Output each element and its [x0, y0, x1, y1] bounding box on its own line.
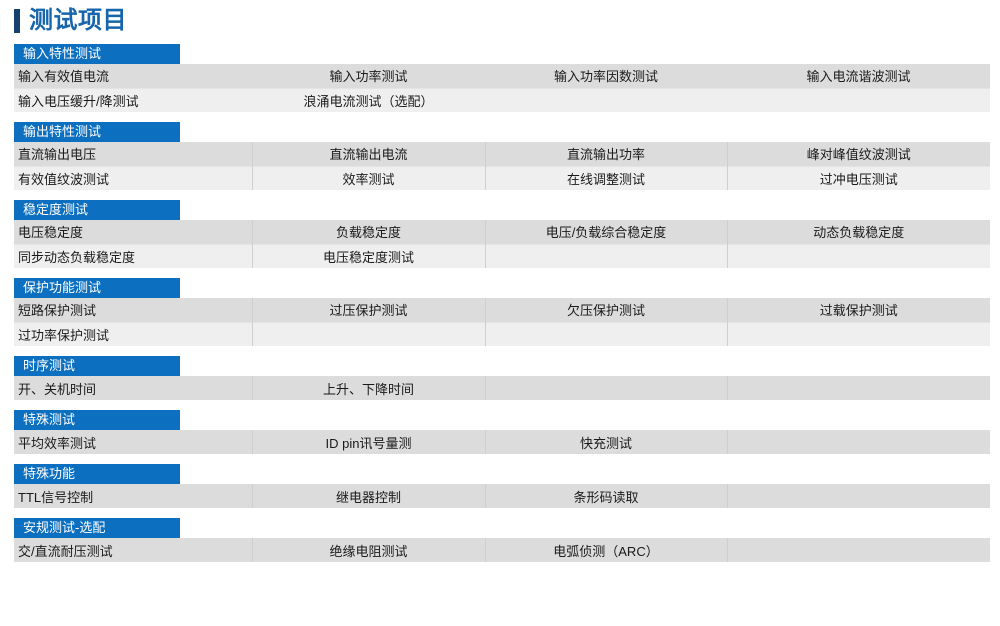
- title-accent-bar: [14, 9, 20, 33]
- table-row: 同步动态负载稳定度 电压稳定度测试: [14, 243, 990, 268]
- section: 输出特性测试 直流输出电压 直流输出电流 直流输出功率 峰对峰值纹波测试 有效值纹波测试效…: [0, 122, 1000, 190]
- test-item-cell[interactable]: 过载保护测试: [726, 298, 990, 322]
- test-item-cell[interactable]: TTL信号控制: [14, 484, 252, 508]
- section-table: 平均效率测试 ID pin讯号量测 快充测试: [14, 430, 990, 454]
- test-item-cell[interactable]: 电压稳定度测试: [251, 243, 485, 268]
- section-table: 开、关机时间 上升、下降时间: [14, 376, 990, 400]
- section: 安规测试-选配 交/直流耐压测试 绝缘电阻测试 电弧侦测（ARC）: [0, 518, 1000, 562]
- table-row: 有效值纹波测试 效率测试 在线调整测试 过冲电压测试: [14, 165, 990, 190]
- section-table: TTL信号控制 继电器控制 条形码读取: [14, 484, 990, 508]
- test-item-cell[interactable]: 有效值纹波测试: [14, 165, 252, 190]
- test-item-cell[interactable]: [726, 538, 990, 562]
- table-row: 平均效率测试 ID pin讯号量测 快充测试: [14, 430, 990, 454]
- test-item-cell[interactable]: 平均效率测试: [14, 430, 252, 454]
- table-row: 电压稳定度 负载稳定度 电压/负载综合稳定度 动态负载稳定度: [14, 220, 990, 244]
- test-item-cell[interactable]: 继电器控制: [251, 484, 485, 508]
- test-item-cell[interactable]: 上升、下降时间: [251, 376, 485, 400]
- test-item-cell[interactable]: [485, 87, 727, 112]
- test-item-cell[interactable]: ID pin讯号量测: [251, 430, 485, 454]
- test-item-cell[interactable]: 过冲电压测试: [726, 165, 990, 190]
- test-item-cell[interactable]: 输入有效值电流: [14, 64, 252, 88]
- test-item-cell[interactable]: 电弧侦测（ARC）: [484, 538, 727, 562]
- section-header: 特殊测试: [14, 410, 180, 430]
- section-table: 直流输出电压 直流输出电流 直流输出功率 峰对峰值纹波测试 有效值纹波测试 效率测试 在线调…: [14, 142, 990, 190]
- test-item-cell[interactable]: [726, 376, 990, 400]
- test-item-cell[interactable]: [484, 376, 727, 400]
- page-title: 测试项目: [0, 2, 1000, 40]
- test-item-cell[interactable]: [726, 321, 990, 346]
- test-item-cell[interactable]: 输入电压缓升/降测试: [14, 87, 252, 112]
- test-item-cell[interactable]: 欠压保护测试: [484, 298, 727, 322]
- test-item-cell[interactable]: 交/直流耐压测试: [14, 538, 252, 562]
- section-header: 输出特性测试: [14, 122, 180, 142]
- test-item-cell[interactable]: [726, 243, 990, 268]
- test-item-cell[interactable]: 负载稳定度: [251, 220, 485, 244]
- test-item-cell[interactable]: 输入功率测试: [252, 64, 485, 88]
- test-item-cell[interactable]: [727, 87, 990, 112]
- test-item-cell[interactable]: 直流输出电流: [251, 142, 485, 166]
- test-item-cell[interactable]: 过压保护测试: [251, 298, 485, 322]
- test-item-cell[interactable]: [484, 321, 727, 346]
- test-item-cell[interactable]: 在线调整测试: [484, 165, 727, 190]
- table-row: 开、关机时间 上升、下降时间: [14, 376, 990, 400]
- test-item-cell[interactable]: 快充测试: [484, 430, 727, 454]
- section: 特殊测试 平均效率测试 ID pin讯号量测 快充测试: [0, 410, 1000, 454]
- section-header: 稳定度测试: [14, 200, 180, 220]
- section: 输入特性测试 输入有效值电流 输入功率测试 输入功率因数测试 输入电流谐波测试 输入电压缓…: [0, 44, 1000, 112]
- section-table: 短路保护测试 过压保护测试 欠压保护测试 过载保护测试 过功率保护测试: [14, 298, 990, 346]
- section: 保护功能测试 短路保护测试 过压保护测试 欠压保护测试 过载保护测试 过功率保护测试: [0, 278, 1000, 346]
- sections-container: 输入特性测试 输入有效值电流 输入功率测试 输入功率因数测试 输入电流谐波测试 输入电压缓…: [0, 44, 1000, 562]
- test-item-cell[interactable]: [251, 321, 485, 346]
- test-item-cell[interactable]: 浪涌电流测试（选配）: [252, 87, 485, 112]
- test-item-cell[interactable]: 动态负载稳定度: [726, 220, 990, 244]
- section-table: 输入有效值电流 输入功率测试 输入功率因数测试 输入电流谐波测试 输入电压缓升/降测试浪…: [14, 64, 990, 112]
- table-row: 短路保护测试 过压保护测试 欠压保护测试 过载保护测试: [14, 298, 990, 322]
- test-item-cell[interactable]: 直流输出功率: [484, 142, 727, 166]
- test-item-cell[interactable]: [726, 484, 990, 508]
- test-item-cell[interactable]: 直流输出电压: [14, 142, 252, 166]
- section-header: 输入特性测试: [14, 44, 180, 64]
- test-items-page: 测试项目 输入特性测试 输入有效值电流 输入功率测试 输入功率因数测试 输入电流谐波测试…: [0, 2, 1000, 626]
- test-item-cell[interactable]: 开、关机时间: [14, 376, 252, 400]
- section-header: 保护功能测试: [14, 278, 180, 298]
- table-row: 输入电压缓升/降测试 浪涌电流测试（选配）: [14, 87, 990, 112]
- table-row: 输入有效值电流 输入功率测试 输入功率因数测试 输入电流谐波测试: [14, 64, 990, 88]
- test-item-cell[interactable]: 同步动态负载稳定度: [14, 243, 252, 268]
- section: 时序测试 开、关机时间 上升、下降时间: [0, 356, 1000, 400]
- test-item-cell[interactable]: 输入功率因数测试: [485, 64, 727, 88]
- test-item-cell[interactable]: 过功率保护测试: [14, 321, 252, 346]
- test-item-cell[interactable]: 短路保护测试: [14, 298, 252, 322]
- section: 稳定度测试 电压稳定度 负载稳定度 电压/负载综合稳定度 动态负载稳定度 同步动态负载稳定…: [0, 200, 1000, 268]
- section-table: 电压稳定度 负载稳定度 电压/负载综合稳定度 动态负载稳定度 同步动态负载稳定度 电压稳定…: [14, 220, 990, 268]
- page-title-text: 测试项目: [29, 7, 127, 34]
- test-item-cell[interactable]: 输入电流谐波测试: [727, 64, 990, 88]
- section: 特殊功能 TTL信号控制 继电器控制 条形码读取: [0, 464, 1000, 508]
- table-row: 过功率保护测试: [14, 321, 990, 346]
- test-item-cell[interactable]: 效率测试: [251, 165, 485, 190]
- section-header: 特殊功能: [14, 464, 180, 484]
- test-item-cell[interactable]: [484, 243, 727, 268]
- test-item-cell[interactable]: 峰对峰值纹波测试: [726, 142, 990, 166]
- test-item-cell[interactable]: 绝缘电阻测试: [251, 538, 485, 562]
- section-header: 安规测试-选配: [14, 518, 180, 538]
- section-table: 交/直流耐压测试 绝缘电阻测试 电弧侦测（ARC）: [14, 538, 990, 562]
- test-item-cell[interactable]: 电压/负载综合稳定度: [484, 220, 727, 244]
- test-item-cell[interactable]: 电压稳定度: [14, 220, 252, 244]
- section-header: 时序测试: [14, 356, 180, 376]
- test-item-cell[interactable]: [726, 430, 990, 454]
- table-row: 直流输出电压 直流输出电流 直流输出功率 峰对峰值纹波测试: [14, 142, 990, 166]
- table-row: TTL信号控制 继电器控制 条形码读取: [14, 484, 990, 508]
- table-row: 交/直流耐压测试 绝缘电阻测试 电弧侦测（ARC）: [14, 538, 990, 562]
- test-item-cell[interactable]: 条形码读取: [484, 484, 727, 508]
